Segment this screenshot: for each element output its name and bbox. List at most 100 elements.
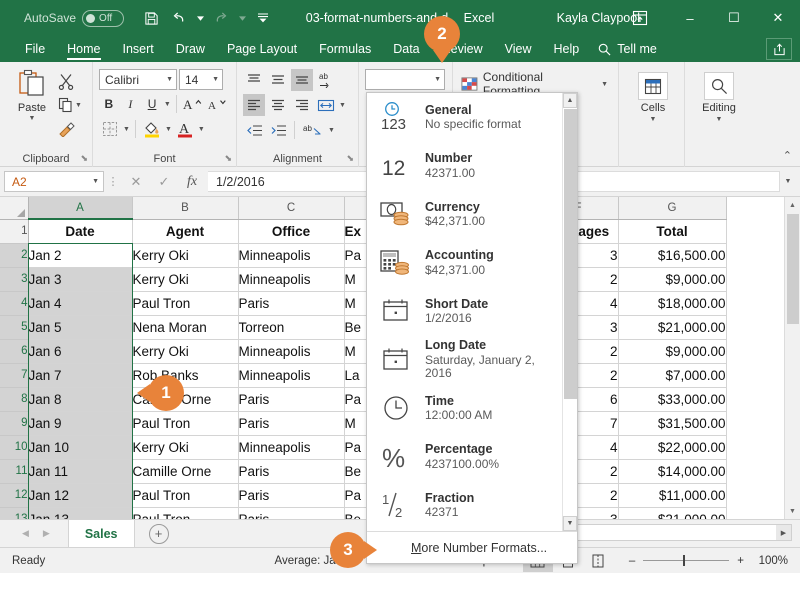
scroll-down-arrow-icon[interactable]: ▼ [785,503,800,519]
redo-icon[interactable] [208,5,234,31]
cell-c13[interactable]: Paris [238,507,345,519]
row-header-4[interactable]: 4 [0,291,29,316]
menu-vertical-scrollbar[interactable]: ▲ ▼ [562,93,577,531]
cell-b12[interactable]: Paul Tron [132,483,239,508]
cell-a9[interactable]: Jan 9 [28,411,133,436]
row-header-12[interactable]: 12 [0,483,29,508]
sheet-nav-prev-icon[interactable]: ◀ [22,528,29,539]
ribbon-display-options-icon[interactable] [628,6,652,30]
select-all-corner[interactable] [0,197,29,220]
insert-function-button[interactable]: fx [178,171,206,193]
cell-b1[interactable]: Agent [132,219,239,244]
align-middle-button[interactable] [267,69,289,91]
cut-button[interactable] [58,70,82,92]
cell-c4[interactable]: Paris [238,291,345,316]
tab-help[interactable]: Help [543,36,591,62]
font-color-dropdown-icon[interactable]: ▼ [198,126,205,133]
zoom-slider-handle[interactable] [683,555,686,566]
menu-scroll-up-arrow-icon[interactable]: ▲ [563,93,577,108]
underline-button[interactable]: U [142,93,162,115]
cell-b4[interactable]: Paul Tron [132,291,239,316]
paste-button[interactable]: Paste ▼ [6,66,58,140]
cell-c8[interactable]: Paris [238,387,345,412]
fill-color-button[interactable] [141,118,163,140]
tell-me-search[interactable]: Tell me [598,36,657,62]
cell-c6[interactable]: Minneapolis [238,339,345,364]
row-header-13[interactable]: 13 [0,507,29,519]
cell-g9[interactable]: $31,500.00 [618,411,727,436]
zoom-in-button[interactable]: + [737,555,744,567]
cell-g6[interactable]: $9,000.00 [618,339,727,364]
format-painter-button[interactable] [58,118,82,140]
borders-button[interactable] [99,118,121,140]
cell-g12[interactable]: $11,000.00 [618,483,727,508]
clipboard-dialog-launcher-icon[interactable]: ⬊ [80,153,88,164]
cell-c3[interactable]: Minneapolis [238,267,345,292]
undo-icon[interactable] [166,5,192,31]
font-color-button[interactable]: A [174,118,196,140]
menu-item-number[interactable]: 12 Number 42371.00 [367,142,577,191]
collapse-ribbon-icon[interactable]: ⌃ [783,149,792,162]
cell-b13[interactable]: Paul Tron [132,507,239,519]
menu-item-long-date[interactable]: Long Date Saturday, January 2, 2016 [367,336,577,385]
close-button[interactable]: ✕ [756,0,800,36]
cell-g2[interactable]: $16,500.00 [618,243,727,268]
borders-dropdown-icon[interactable]: ▼ [123,126,130,133]
copy-button[interactable]: ▼ [58,94,82,116]
cell-g5[interactable]: $21,000.00 [618,315,727,340]
menu-item-time[interactable]: Time 12:00:00 AM [367,384,577,433]
cell-a2[interactable]: Jan 2 [28,243,133,268]
wrap-text-dropdown-icon[interactable]: ▼ [328,127,335,134]
paste-dropdown-icon[interactable]: ▼ [29,115,36,122]
conditional-formatting-dropdown-icon[interactable]: ▼ [601,81,608,88]
cell-c11[interactable]: Paris [238,459,345,484]
cell-b9[interactable]: Paul Tron [132,411,239,436]
cell-a3[interactable]: Jan 3 [28,267,133,292]
vertical-scrollbar[interactable]: ▲ ▼ [784,197,800,519]
cell-a7[interactable]: Jan 7 [28,363,133,388]
menu-scroll-down-arrow-icon[interactable]: ▼ [563,516,577,531]
maximize-button[interactable]: ☐ [712,0,756,36]
increase-indent-button[interactable] [267,119,289,141]
undo-dropdown-icon[interactable] [194,5,206,31]
menu-item-currency[interactable]: Currency $42,371.00 [367,190,577,239]
redo-dropdown-icon[interactable] [236,5,248,31]
font-size-combo[interactable]: 14 ▼ [179,69,223,90]
tab-insert[interactable]: Insert [112,36,165,62]
font-size-chevron-down-icon[interactable]: ▼ [208,76,219,83]
sheet-tab-sales[interactable]: Sales [67,520,135,547]
page-break-preview-button[interactable] [583,550,613,572]
menu-item-percentage[interactable]: % Percentage 4237100.00% [367,433,577,482]
column-header-b[interactable]: B [132,197,239,220]
font-dialog-launcher-icon[interactable]: ⬊ [224,153,232,164]
minimize-button[interactable]: – [668,0,712,36]
font-name-chevron-down-icon[interactable]: ▼ [162,76,173,83]
cell-c9[interactable]: Paris [238,411,345,436]
cell-a6[interactable]: Jan 6 [28,339,133,364]
menu-item-short-date[interactable]: Short Date 1/2/2016 [367,287,577,336]
menu-item-general[interactable]: 123 General No specific format [367,93,577,142]
row-header-3[interactable]: 3 [0,267,29,292]
sheet-nav-next-icon[interactable]: ▶ [43,528,50,539]
menu-item-fraction[interactable]: 12 Fraction 42371 [367,481,577,530]
number-format-combo[interactable]: ▼ [365,69,445,90]
scroll-right-arrow-icon[interactable]: ▶ [776,525,791,540]
cell-g13[interactable]: $21,000.00 [618,507,727,519]
zoom-control[interactable]: – + 100% [613,555,800,567]
editing-button[interactable]: Editing ▼ [691,66,747,123]
row-header-1[interactable]: 1 [0,219,29,244]
align-left-button[interactable] [243,94,265,116]
autosave-control[interactable]: AutoSave Off [24,9,125,27]
merge-dropdown-icon[interactable]: ▼ [339,102,346,109]
decrease-font-size-button[interactable]: A [207,93,230,115]
cell-b5[interactable]: Nena Moran [132,315,239,340]
row-header-7[interactable]: 7 [0,363,29,388]
name-box[interactable]: A2 ▼ [4,171,104,192]
bold-button[interactable]: B [99,93,119,115]
cell-g7[interactable]: $7,000.00 [618,363,727,388]
save-icon[interactable] [138,5,164,31]
italic-button[interactable]: I [121,93,141,115]
row-header-9[interactable]: 9 [0,411,29,436]
orientation-button[interactable]: ab [315,69,341,91]
menu-item-accounting[interactable]: Accounting $42,371.00 [367,239,577,288]
